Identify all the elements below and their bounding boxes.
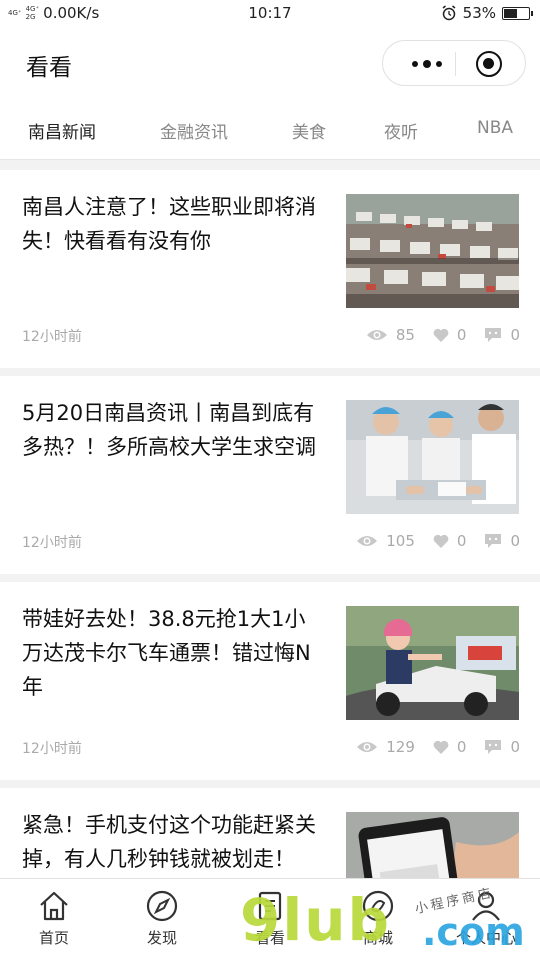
article-time: 12小时前 (22, 535, 82, 551)
dot-icon (412, 61, 418, 67)
battery-icon (502, 6, 533, 20)
tab-food[interactable]: 美食 (292, 118, 326, 143)
comment-icon (485, 534, 502, 548)
article-thumbnail (346, 194, 519, 308)
home-icon (40, 891, 68, 921)
like-button[interactable]: 0 (433, 738, 467, 756)
eye-icon (366, 330, 387, 340)
page-title: 看看 (26, 55, 72, 81)
comment-count-value: 0 (510, 532, 520, 550)
document-icon (258, 891, 282, 921)
tabbar-store[interactable]: 商城 (338, 889, 418, 948)
dot-icon (436, 61, 442, 67)
tab-finance[interactable]: 金融资讯 (160, 118, 228, 143)
article-thumbnail (346, 400, 519, 514)
like-button[interactable]: 0 (433, 532, 467, 550)
article-thumbnail (346, 606, 519, 720)
article-stats: 85 0 0 (348, 326, 520, 344)
article-title: 5月20日南昌资讯丨南昌到底有多热？！多所高校大学生求空调 (22, 401, 316, 459)
article-title: 带娃好去处！38.8元抢1大1小万达茂卡尔飞车通票！错过悔N年 (22, 607, 311, 699)
article-card[interactable]: 带娃好去处！38.8元抢1大1小万达茂卡尔飞车通票！错过悔N年 12小时前 12… (0, 582, 540, 780)
store-icon (362, 890, 394, 922)
tabbar-discover[interactable]: 发现 (122, 889, 202, 948)
article-stats: 105 0 0 (338, 532, 520, 550)
article-title: 南昌人注意了！这些职业即将消失！快看看有没有你 (22, 195, 316, 253)
view-count: 85 (366, 326, 415, 344)
comment-icon (485, 740, 502, 754)
like-count-value: 0 (456, 326, 467, 344)
close-mini-program-button[interactable] (476, 51, 502, 77)
tab-nba[interactable]: NBA (477, 118, 513, 138)
comment-button[interactable]: 0 (484, 532, 520, 550)
compass-icon (146, 890, 178, 922)
eye-icon (357, 742, 378, 752)
battery-percent: 53% (462, 4, 496, 22)
article-card[interactable]: 5月20日南昌资讯丨南昌到底有多热？！多所高校大学生求空调 12小时前 105 (0, 376, 540, 574)
tabbar-label: 个人中心 (455, 929, 516, 947)
mini-program-capsule (382, 40, 526, 86)
nav-bar: 看看 (0, 26, 540, 102)
view-count-value: 105 (386, 532, 415, 550)
article-time: 12小时前 (22, 329, 82, 345)
user-icon (472, 891, 500, 921)
heart-icon (433, 740, 449, 754)
tabbar-home[interactable]: 首页 (14, 889, 94, 948)
tabbar-profile[interactable]: 个人中心 (446, 889, 526, 948)
comment-icon (485, 328, 502, 342)
tabbar-label: 发现 (146, 929, 177, 947)
like-count-value: 0 (456, 738, 467, 756)
tabbar-label: 商城 (362, 929, 393, 947)
view-count: 105 (356, 532, 415, 550)
view-count-value: 129 (386, 738, 415, 756)
tab-nanchang-news[interactable]: 南昌新闻 (28, 118, 96, 143)
comment-button[interactable]: 0 (484, 738, 520, 756)
heart-icon (433, 534, 449, 548)
like-count-value: 0 (456, 532, 467, 550)
heart-icon (433, 328, 449, 342)
like-button[interactable]: 0 (433, 326, 467, 344)
alarm-icon (442, 5, 456, 21)
bottom-tab-bar: 首页 发现 看看 商城 个人中心 (0, 878, 540, 960)
tabbar-label: 看看 (254, 929, 285, 947)
tabbar-label: 首页 (38, 929, 69, 947)
article-card[interactable]: 南昌人注意了！这些职业即将消失！快看看有没有你 12小时前 85 0 0 (0, 170, 540, 368)
article-stats: 129 0 0 (338, 738, 520, 756)
view-count: 129 (356, 738, 415, 756)
capsule-divider (455, 52, 456, 76)
tab-night-listen[interactable]: 夜听 (384, 118, 418, 143)
article-time: 12小时前 (22, 741, 82, 757)
status-bar: 4G⁺ 4G⁺ 2G 0.00K/s 10:17 53% (0, 0, 540, 26)
view-count-value: 85 (395, 326, 415, 344)
more-menu-button[interactable] (401, 41, 453, 87)
tabbar-watch[interactable]: 看看 (230, 889, 310, 948)
comment-count-value: 0 (510, 326, 520, 344)
article-title: 紧急！手机支付这个功能赶紧关掉，有人几秒钟钱就被划走！ (22, 813, 316, 871)
category-tabs: 南昌新闻 金融资讯 美食 夜听 NBA (0, 102, 540, 160)
status-right: 53% (441, 4, 533, 22)
eye-icon (357, 536, 378, 546)
dot-icon (423, 60, 431, 68)
comment-count-value: 0 (510, 738, 520, 756)
comment-button[interactable]: 0 (484, 326, 520, 344)
